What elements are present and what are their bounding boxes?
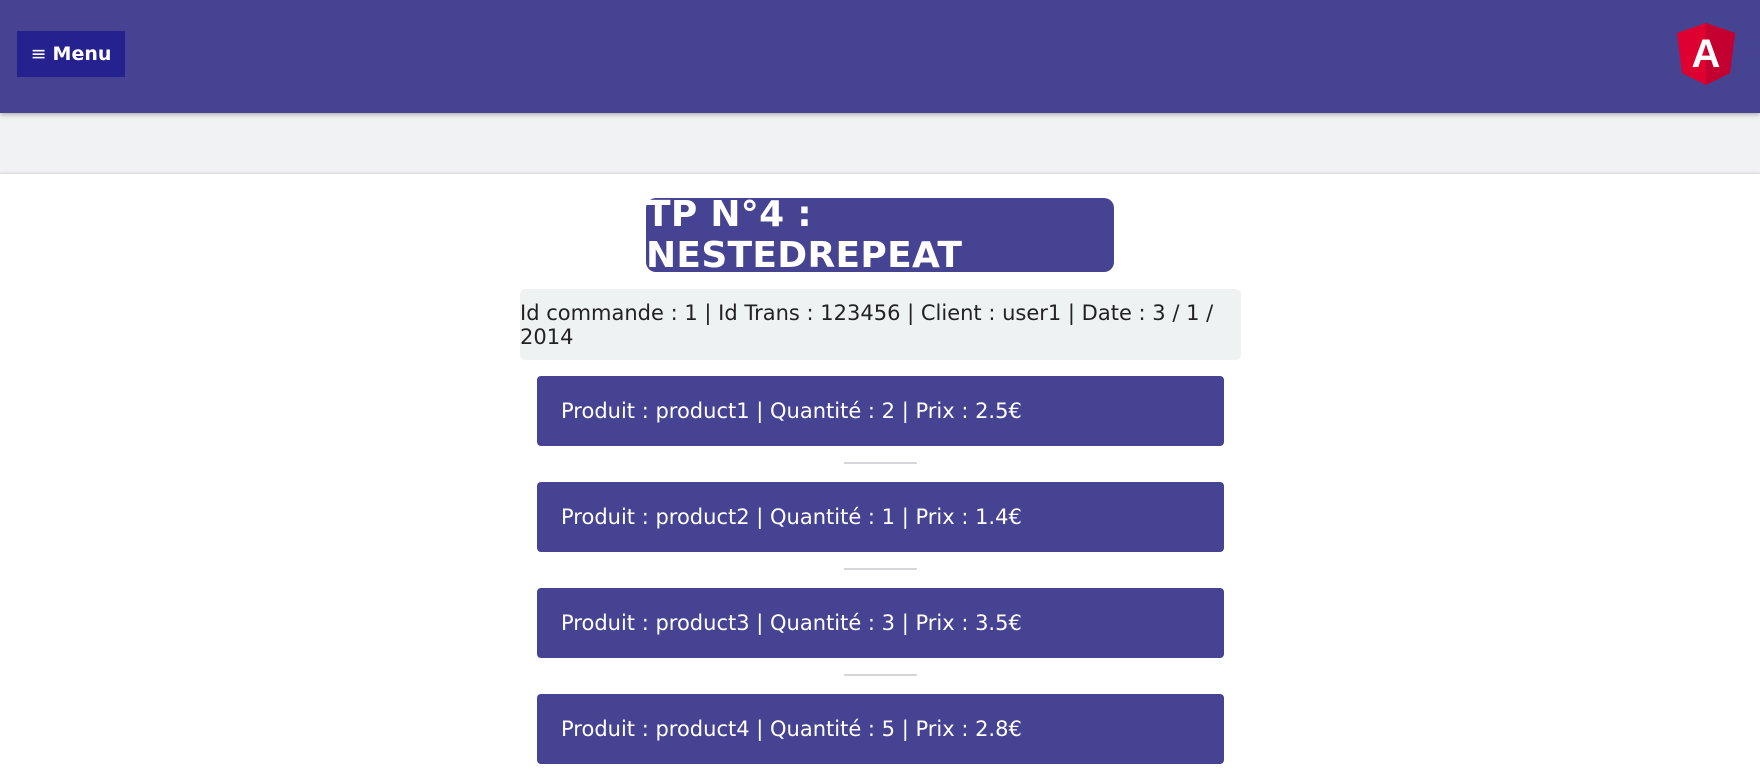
product-item: Produit : product3 | Quantité : 3 | Prix…	[537, 588, 1224, 658]
divider	[844, 462, 917, 464]
divider	[844, 568, 917, 570]
main-content: TP N°4 : NESTEDREPEAT Id commande : 1 | …	[0, 174, 1760, 772]
angular-logo-icon: A	[1677, 23, 1735, 85]
logo-letter: A	[1692, 32, 1721, 76]
top-navbar: ≡ Menu A	[0, 0, 1760, 113]
hamburger-icon: ≡	[30, 42, 47, 65]
page-title: TP N°4 : NESTEDREPEAT	[646, 194, 1114, 276]
divider	[844, 674, 917, 676]
menu-label: Menu	[52, 43, 112, 65]
product-item: Produit : product1 | Quantité : 2 | Prix…	[537, 376, 1224, 446]
product-item: Produit : product2 | Quantité : 1 | Prix…	[537, 482, 1224, 552]
order-info: Id commande : 1 | Id Trans : 123456 | Cl…	[520, 289, 1241, 360]
menu-button[interactable]: ≡ Menu	[17, 31, 125, 77]
product-item: Produit : product4 | Quantité : 5 | Prix…	[537, 694, 1224, 764]
